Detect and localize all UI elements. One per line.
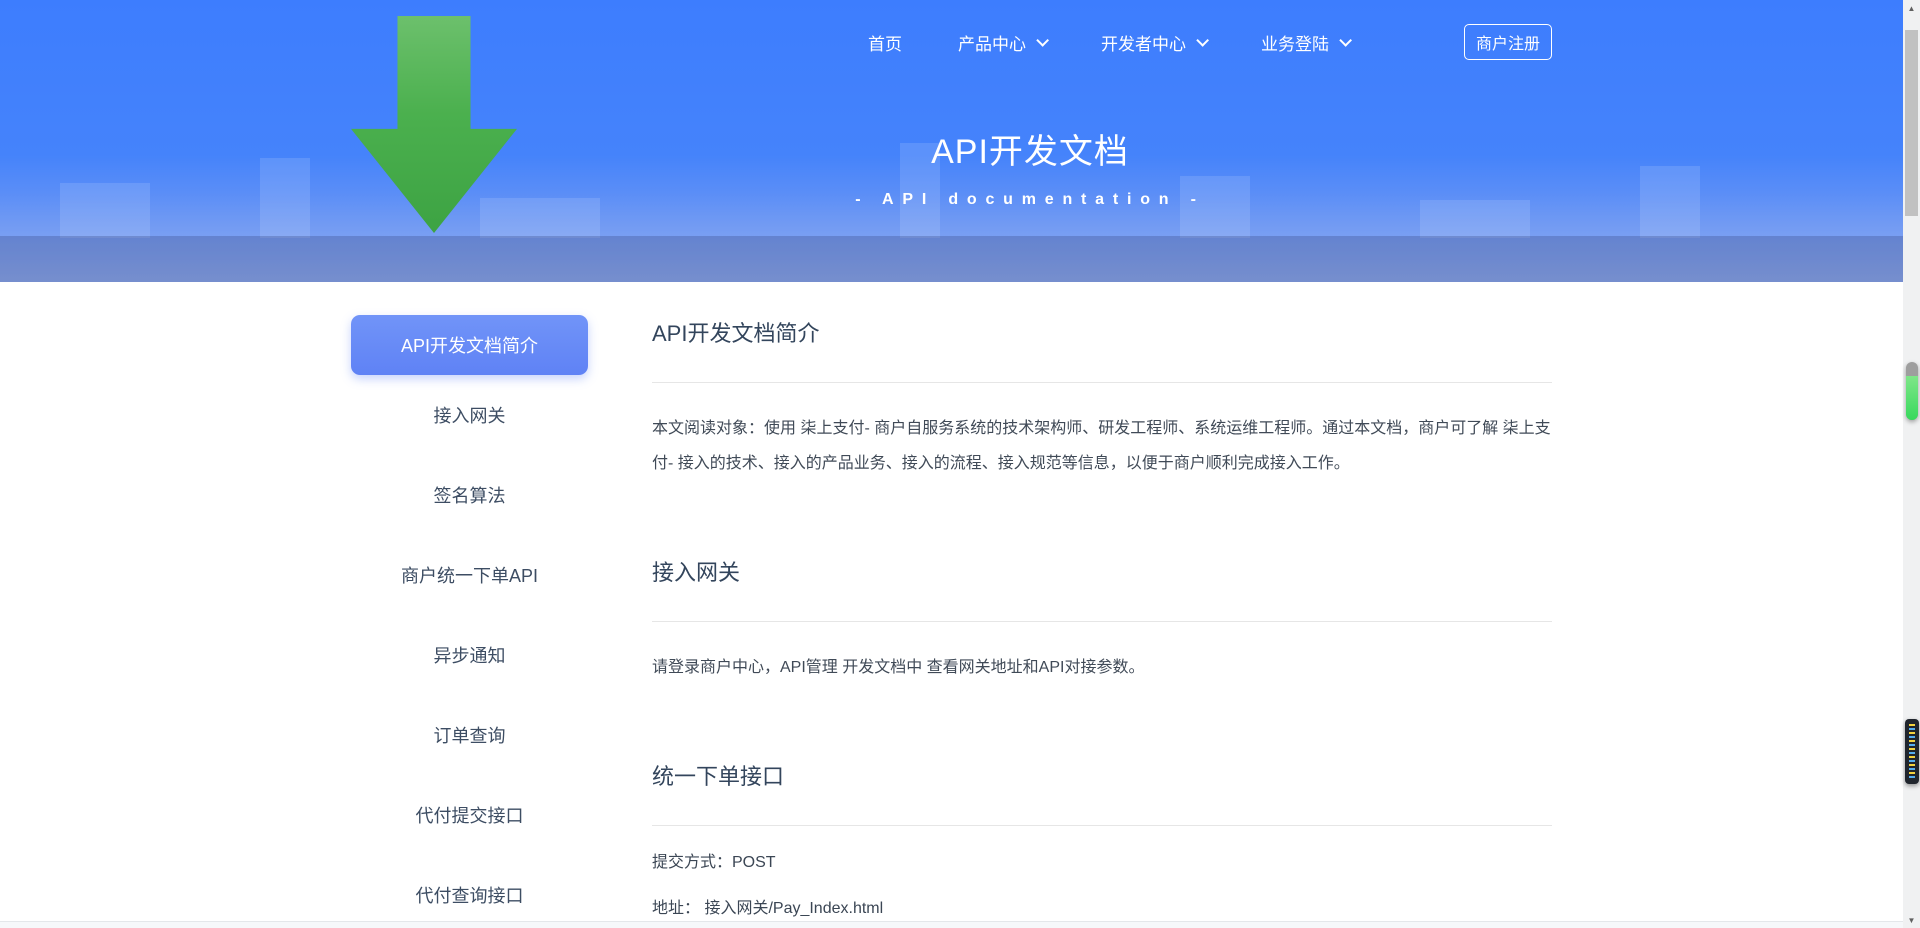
sidebar-item-api-doc-intro[interactable]: API开发文档简介 bbox=[351, 315, 588, 375]
sidebar-item-payout-submit[interactable]: 代付提交接口 bbox=[351, 775, 588, 855]
page: 首页 产品中心 开发者中心 业务登陆 商户注册 API开发文档 - API do… bbox=[0, 0, 1920, 928]
dark-striped-pill-widget[interactable] bbox=[1905, 719, 1919, 784]
scrollbar-thumb[interactable] bbox=[1905, 30, 1918, 216]
nav-item-products[interactable]: 产品中心 bbox=[958, 30, 1045, 55]
section-heading-intro: API开发文档简介 bbox=[652, 316, 1552, 348]
sidebar-item-async-notify[interactable]: 异步通知 bbox=[351, 615, 588, 695]
chevron-down-icon bbox=[1036, 34, 1049, 47]
sidebar-item-unified-order-api[interactable]: 商户统一下单API bbox=[351, 535, 588, 615]
scroll-down-arrow-icon[interactable]: ▼ bbox=[1903, 912, 1920, 928]
page-title: API开发文档 bbox=[630, 124, 1430, 173]
section-paragraph-gateway: 请登录商户中心，API管理 开发文档中 查看网关地址和API对接参数。 bbox=[652, 650, 1552, 685]
vertical-scrollbar[interactable]: ▲ ▼ bbox=[1903, 0, 1920, 928]
nav-item-home[interactable]: 首页 bbox=[868, 30, 902, 55]
section-paragraph-intro: 本文阅读对象：使用 柒上支付- 商户自服务系统的技术架构师、研发工程师、系统运维… bbox=[652, 411, 1552, 481]
hero-text-block: API开发文档 - API documentation - bbox=[630, 124, 1430, 209]
next-section-edge bbox=[0, 921, 1903, 928]
section-heading-unified-order: 统一下单接口 bbox=[652, 759, 1552, 791]
city-skyline-band bbox=[0, 236, 1903, 282]
submit-method-line: 提交方式：POST bbox=[652, 848, 1552, 872]
doc-content: API开发文档简介 本文阅读对象：使用 柒上支付- 商户自服务系统的技术架构师、… bbox=[652, 316, 1552, 928]
sidebar-item-payout-query[interactable]: 代付查询接口 bbox=[351, 855, 588, 928]
sidebar-item-order-query[interactable]: 订单查询 bbox=[351, 695, 588, 775]
divider bbox=[652, 621, 1552, 622]
page-subtitle: - API documentation - bbox=[630, 191, 1430, 209]
gateway-address-line: 地址： 接入网关/Pay_Index.html bbox=[652, 894, 1552, 918]
merchant-register-button[interactable]: 商户注册 bbox=[1464, 24, 1552, 60]
doc-sidebar: API开发文档简介 接入网关 签名算法 商户统一下单API 异步通知 订单查询 … bbox=[351, 315, 588, 928]
hero-header: 首页 产品中心 开发者中心 业务登陆 商户注册 API开发文档 - API do… bbox=[0, 0, 1903, 282]
nav-item-business-login[interactable]: 业务登陆 bbox=[1261, 30, 1348, 55]
sidebar-item-gateway[interactable]: 接入网关 bbox=[351, 375, 588, 455]
chevron-down-icon bbox=[1339, 34, 1352, 47]
top-nav: 首页 产品中心 开发者中心 业务登陆 bbox=[868, 0, 1348, 84]
chevron-down-icon bbox=[1196, 34, 1209, 47]
nav-item-developer-center[interactable]: 开发者中心 bbox=[1101, 30, 1205, 55]
divider bbox=[652, 825, 1552, 826]
sidebar-item-signature-algorithm[interactable]: 签名算法 bbox=[351, 455, 588, 535]
section-heading-gateway: 接入网关 bbox=[652, 555, 1552, 587]
divider bbox=[652, 382, 1552, 383]
scroll-up-arrow-icon[interactable]: ▲ bbox=[1903, 0, 1920, 16]
green-progress-pill-widget[interactable] bbox=[1906, 362, 1918, 420]
